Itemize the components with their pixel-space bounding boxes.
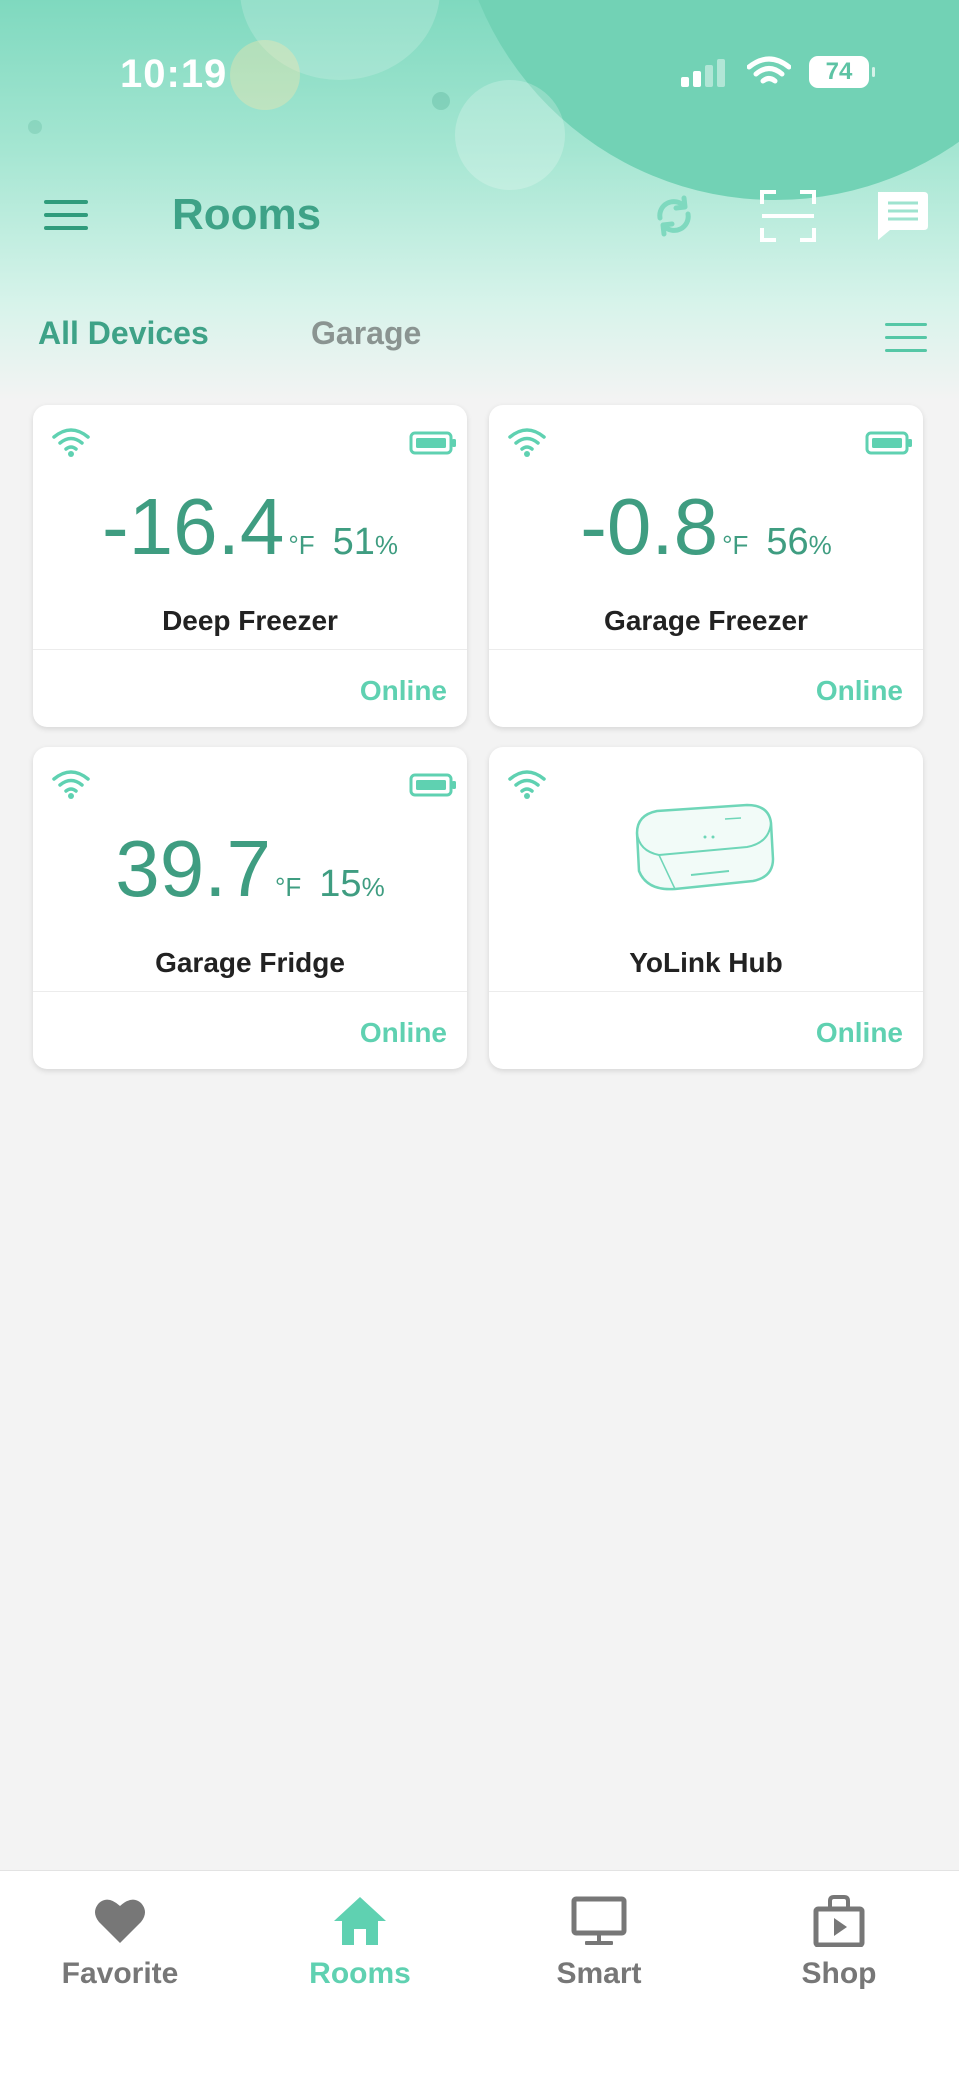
temperature-value: -16.4 bbox=[101, 482, 285, 571]
temperature-unit: °F bbox=[275, 872, 302, 902]
decor-dot bbox=[28, 120, 42, 134]
bottom-nav: Favorite Rooms Smart Shop bbox=[0, 1870, 959, 2086]
refresh-icon[interactable] bbox=[646, 188, 702, 244]
hub-device-image bbox=[635, 803, 775, 891]
decor-bubble-small bbox=[455, 80, 565, 190]
card-divider bbox=[33, 991, 467, 992]
sensor-reading: -0.8 °F 56% bbox=[489, 481, 923, 573]
room-tabs: All Devices Garage bbox=[0, 305, 959, 365]
temperature-unit: °F bbox=[722, 530, 749, 560]
room-list-icon[interactable] bbox=[885, 323, 927, 353]
device-name: Garage Freezer bbox=[604, 605, 808, 636]
card-divider bbox=[489, 991, 923, 992]
nav-rooms[interactable]: Rooms bbox=[280, 1895, 440, 1991]
humidity-unit: % bbox=[808, 530, 832, 560]
sensor-reading: -16.4 °F 51% bbox=[33, 481, 467, 573]
monitor-icon bbox=[571, 1896, 627, 1945]
device-status: Online bbox=[359, 1017, 447, 1048]
humidity-value: 15 bbox=[319, 863, 362, 905]
tab-garage[interactable]: Garage bbox=[311, 315, 421, 352]
wifi-signal-icon bbox=[508, 770, 546, 799]
battery-icon bbox=[409, 431, 456, 455]
sensor-reading: 39.7 °F 15% bbox=[33, 823, 467, 915]
card-divider bbox=[33, 649, 467, 650]
decor-bubble-glow bbox=[230, 40, 300, 110]
device-name: Deep Freezer bbox=[162, 605, 338, 636]
decor-dot bbox=[432, 92, 450, 110]
battery-icon bbox=[409, 773, 456, 797]
wifi-signal-icon bbox=[52, 428, 90, 457]
device-name: Garage Fridge bbox=[155, 947, 345, 978]
app-header: Rooms bbox=[0, 180, 959, 250]
device-status: Online bbox=[359, 675, 447, 706]
tab-all-devices[interactable]: All Devices bbox=[38, 315, 209, 352]
device-card-garage-fridge[interactable]: 39.7 °F 15% Garage Fridge Online bbox=[33, 747, 467, 1069]
temperature-value: -0.8 bbox=[580, 482, 719, 571]
scan-icon[interactable] bbox=[758, 186, 818, 246]
home-icon bbox=[334, 1897, 386, 1945]
humidity-unit: % bbox=[361, 872, 385, 902]
card-divider bbox=[489, 649, 923, 650]
battery-indicator: 74 bbox=[809, 56, 875, 88]
temperature-unit: °F bbox=[288, 530, 315, 560]
wifi-signal-icon bbox=[52, 770, 90, 799]
device-card-deep-freezer[interactable]: -16.4 °F 51% Deep Freezer Online bbox=[33, 405, 467, 727]
nav-label-rooms: Rooms bbox=[309, 1957, 411, 1990]
page-title: Rooms bbox=[172, 190, 322, 239]
nav-favorite[interactable]: Favorite bbox=[40, 1895, 200, 1991]
device-card-yolink-hub[interactable]: YoLink Hub Online bbox=[489, 747, 923, 1069]
message-icon[interactable] bbox=[872, 188, 930, 244]
wifi-signal-icon bbox=[508, 428, 546, 457]
status-indicators: 74 bbox=[679, 56, 875, 88]
status-time: 10:19 bbox=[120, 52, 228, 96]
battery-icon bbox=[865, 431, 912, 455]
temperature-value: 39.7 bbox=[115, 824, 271, 913]
wifi-status-icon bbox=[747, 56, 791, 84]
nav-label-shop: Shop bbox=[801, 1957, 877, 1990]
humidity-value: 56 bbox=[766, 521, 809, 563]
shop-bag-icon bbox=[813, 1895, 865, 1947]
menu-icon[interactable] bbox=[44, 200, 88, 232]
nav-label-smart: Smart bbox=[556, 1957, 642, 1990]
cellular-signal-icon bbox=[681, 59, 725, 87]
humidity-unit: % bbox=[374, 530, 399, 560]
device-name: YoLink Hub bbox=[629, 947, 783, 978]
heart-icon bbox=[95, 1899, 145, 1943]
device-status: Online bbox=[815, 675, 903, 706]
humidity-value: 51 bbox=[332, 521, 375, 563]
nav-label-favorite: Favorite bbox=[61, 1957, 179, 1990]
nav-smart[interactable]: Smart bbox=[519, 1895, 679, 1991]
nav-shop[interactable]: Shop bbox=[759, 1895, 919, 1991]
device-status: Online bbox=[815, 1017, 903, 1048]
device-card-garage-freezer[interactable]: -0.8 °F 56% Garage Freezer Online bbox=[489, 405, 923, 727]
